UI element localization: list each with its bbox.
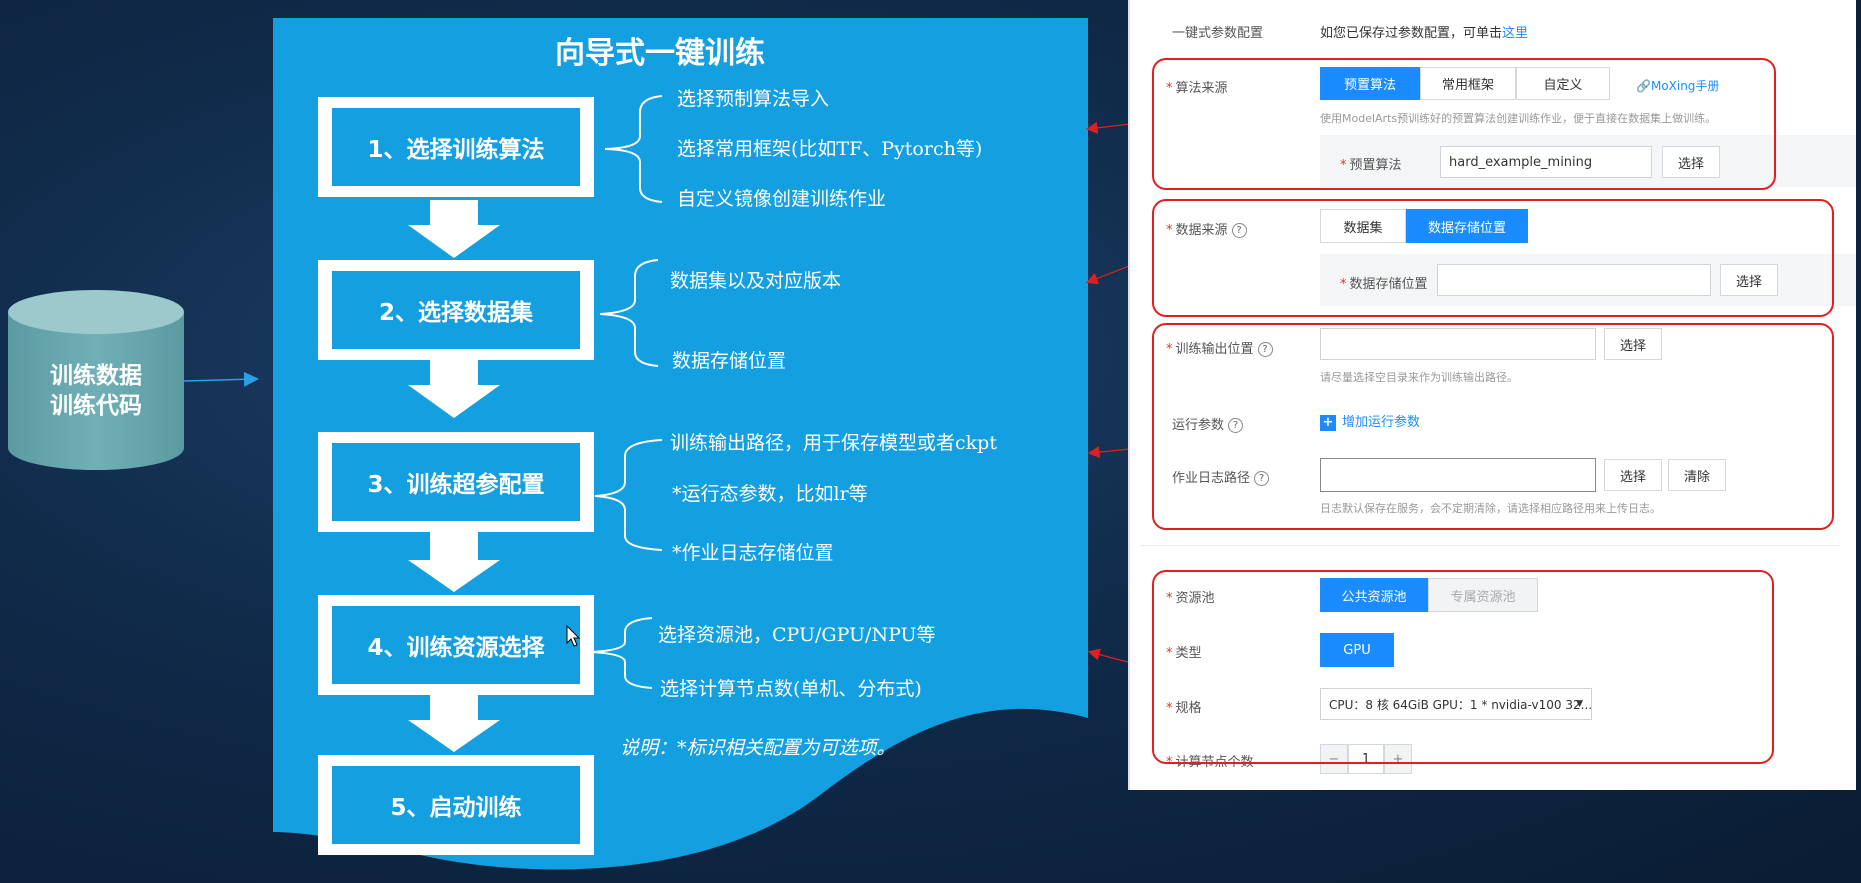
brace-step-4 bbox=[591, 617, 653, 689]
highlight-algorithm bbox=[1152, 58, 1776, 190]
down-arrow-2 bbox=[408, 360, 500, 418]
step-start-training: 5、启动训练 bbox=[318, 755, 594, 855]
one-click-desc: 如您已保存过参数配置，可单击 bbox=[1320, 26, 1503, 41]
highlight-resources bbox=[1152, 570, 1774, 764]
database-to-wizard-arrow bbox=[183, 371, 259, 387]
wizard-note: 说明：*标识相关配置为可选项。 bbox=[620, 737, 896, 759]
step-1-item: 选择预制算法导入 bbox=[677, 88, 830, 110]
brace-step-3 bbox=[594, 439, 663, 551]
step-4-item: 选择计算节点数(单机、分布式) bbox=[660, 678, 922, 700]
step-2-item: 数据集以及对应版本 bbox=[670, 270, 842, 292]
step-label: 4、训练资源选择 bbox=[332, 606, 580, 684]
step-hyperparams: 3、训练超参配置 bbox=[318, 432, 594, 532]
highlight-data bbox=[1152, 199, 1834, 317]
step-1-item: 选择常用框架(比如TF、Pytorch等) bbox=[677, 138, 983, 160]
step-1-item: 自定义镜像创建训练作业 bbox=[677, 188, 887, 210]
down-arrow-3 bbox=[408, 532, 500, 592]
highlight-params bbox=[1152, 323, 1834, 530]
step-select-dataset: 2、选择数据集 bbox=[318, 260, 594, 360]
one-click-link[interactable]: 这里 bbox=[1502, 26, 1528, 41]
database-label-code: 训练代码 bbox=[50, 393, 142, 419]
wizard-title: 向导式一键训练 bbox=[555, 36, 765, 71]
step-label: 3、训练超参配置 bbox=[332, 443, 580, 521]
brace-step-2 bbox=[599, 259, 659, 367]
step-4-item: 选择资源池，CPU/GPU/NPU等 bbox=[658, 624, 936, 646]
one-click-label: 一键式参数配置 bbox=[1172, 26, 1264, 41]
one-click-text: 如您已保存过参数配置，可单击这里 bbox=[1320, 22, 1528, 41]
mouse-cursor-icon bbox=[566, 625, 581, 647]
down-arrow-1 bbox=[408, 200, 500, 258]
step-2-item: 数据存储位置 bbox=[672, 350, 787, 372]
step-label: 2、选择数据集 bbox=[332, 271, 580, 349]
step-resources: 4、训练资源选择 bbox=[318, 595, 594, 695]
section-divider bbox=[1140, 545, 1840, 546]
step-3-item: 训练输出路径，用于保存模型或者ckpt bbox=[670, 432, 997, 454]
down-arrow-4 bbox=[408, 695, 500, 752]
step-3-item: *作业日志存储位置 bbox=[672, 542, 834, 564]
step-label: 5、启动训练 bbox=[332, 766, 580, 844]
step-select-algorithm: 1、选择训练算法 bbox=[318, 97, 594, 197]
step-label: 1、选择训练算法 bbox=[332, 108, 580, 186]
step-3-item: *运行态参数，比如lr等 bbox=[672, 483, 868, 505]
database-label-data: 训练数据 bbox=[50, 363, 142, 389]
brace-step-1 bbox=[604, 95, 663, 203]
